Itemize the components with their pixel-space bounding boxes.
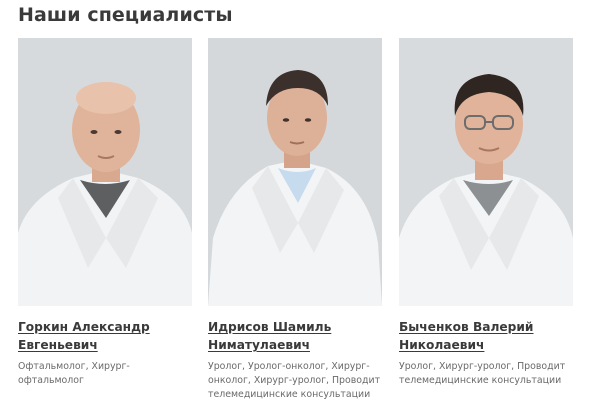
doctor-name-link[interactable]: Быченков Валерий Николаевич [399,318,573,354]
doctor-photo[interactable] [208,38,382,306]
doctor-photo[interactable] [399,38,573,306]
doctor-specialty: Уролог, Уролог-онколог, Хирург-онколог, … [208,361,381,400]
doctor-card[interactable]: Горкин Александр Евгеньевич Офтальмолог,… [18,38,192,388]
doctor-photo[interactable] [18,38,192,306]
doctor-specialty: Уролог, Хирург-уролог, Проводит телемеди… [399,361,566,386]
section-title: Наши специалисты [18,4,233,26]
doctor-name-link[interactable]: Идрисов Шамиль Ниматулаевич [208,318,382,354]
doctor-name-link[interactable]: Горкин Александр Евгеньевич [18,318,192,354]
doctor-card[interactable]: Идрисов Шамиль Ниматулаевич Уролог, Урол… [208,38,382,402]
doctor-card[interactable]: Быченков Валерий Николаевич Уролог, Хиру… [399,38,573,388]
doctor-specialty: Офтальмолог, Хирург-офтальмолог [18,361,130,386]
